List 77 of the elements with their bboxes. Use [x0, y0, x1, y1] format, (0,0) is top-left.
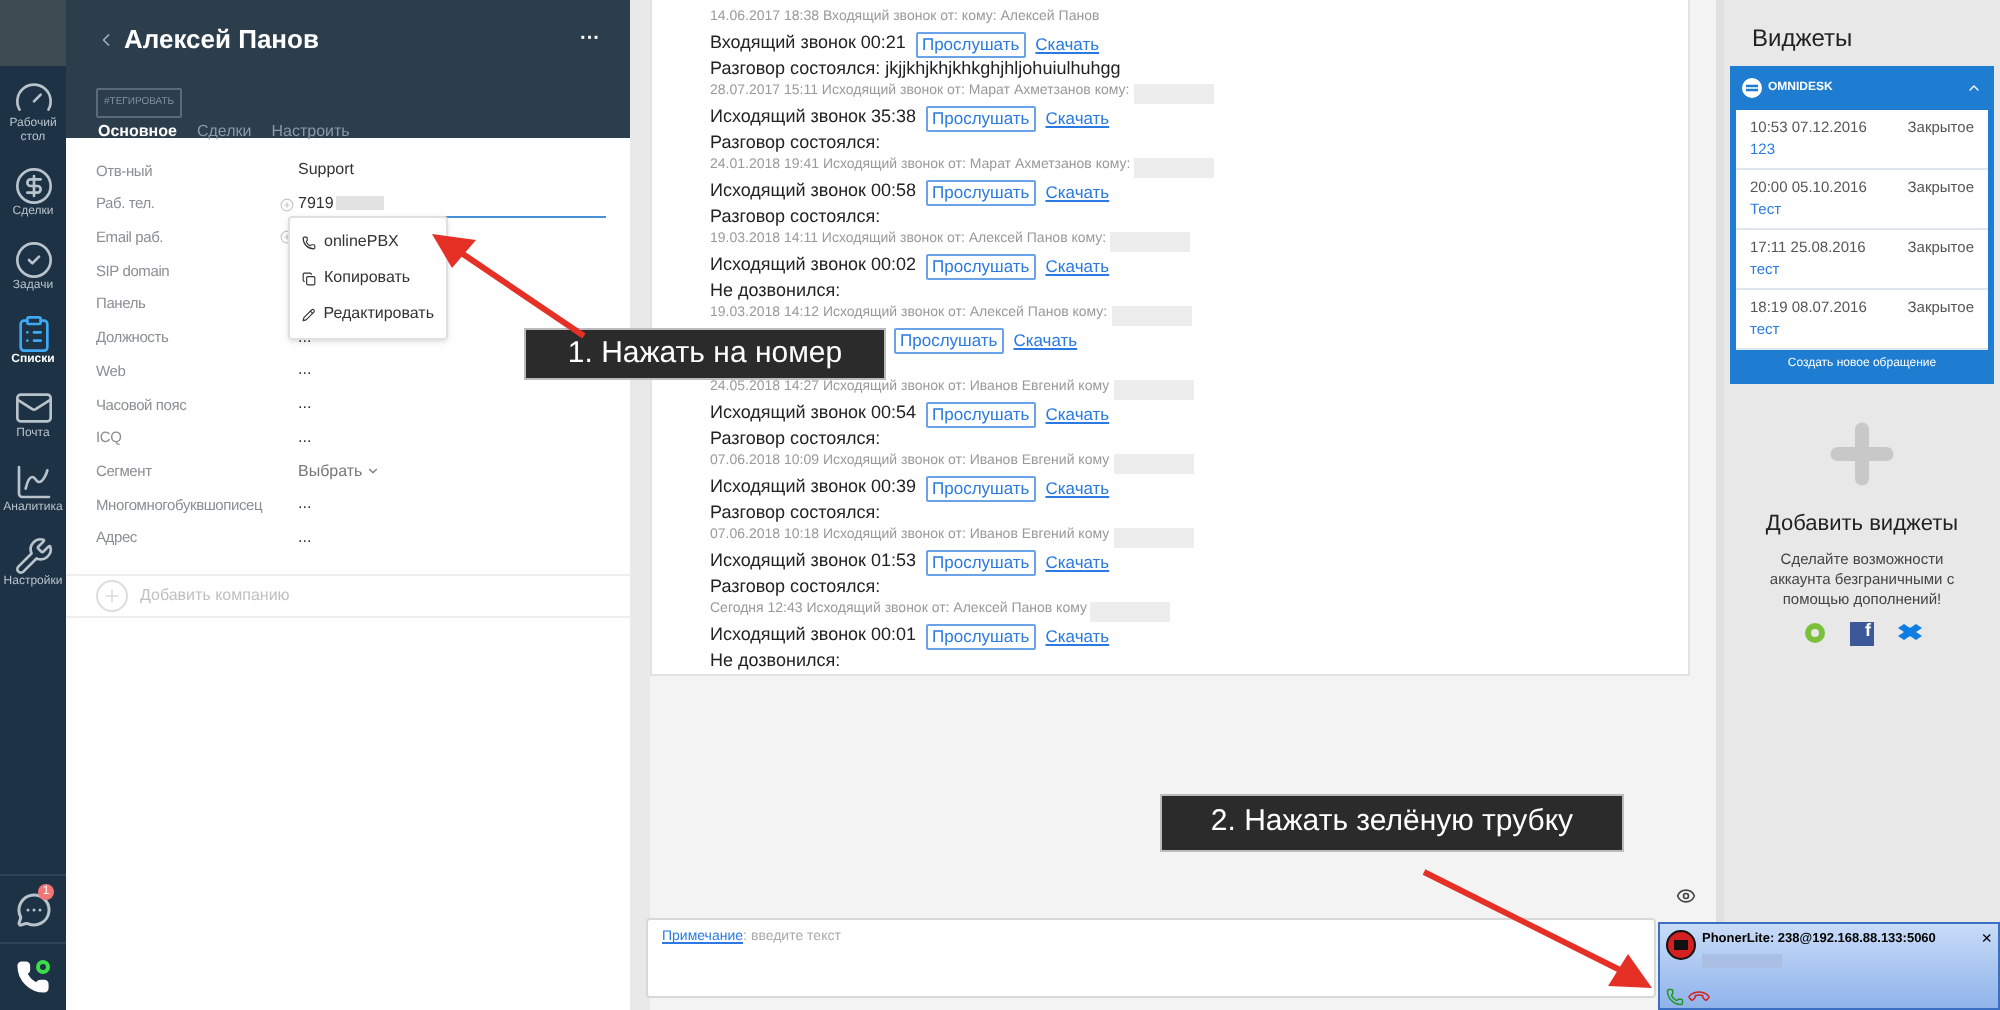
chat-icon[interactable]	[15, 891, 51, 927]
chevron-icon	[366, 464, 381, 479]
download-link[interactable]: Скачать	[1045, 475, 1110, 501]
call-result: Разговор состоялся:	[710, 130, 881, 157]
call-summary: Входящий звонок 00:21	[710, 30, 906, 57]
phone-icon[interactable]	[16, 960, 50, 994]
download-link[interactable]: Скачать	[1013, 327, 1078, 353]
field-value[interactable]: ...	[298, 425, 312, 450]
field-value[interactable]: ...	[298, 392, 312, 417]
call-result: Разговор состоялся:	[710, 204, 881, 231]
download-link[interactable]: Скачать	[1045, 401, 1110, 427]
envelope-icon	[13, 388, 53, 428]
phone-icon	[302, 235, 316, 249]
download-link[interactable]: Скачать	[1045, 179, 1110, 205]
more-button[interactable]: ···	[580, 24, 600, 55]
download-link[interactable]: Скачать	[1045, 549, 1110, 575]
list-icon	[13, 314, 53, 354]
logo-icon	[1742, 78, 1762, 98]
call-result: Разговор состоялся: jkjjkhjkhjkhkghjhljohuiulhuhgg	[710, 56, 1121, 83]
chevron-icon[interactable]	[1966, 80, 1982, 96]
close-button[interactable]: ×	[1981, 930, 1992, 948]
box-icon[interactable]	[1897, 622, 1921, 644]
download-link[interactable]: Скачать	[1035, 31, 1100, 57]
plus-icon[interactable]	[280, 197, 294, 212]
tab[interactable]: Настроить	[269, 119, 352, 153]
call-result: Не дозвонился:	[710, 278, 841, 305]
avatar-placeholder	[0, 0, 66, 66]
letter-f-icon[interactable]: f	[1849, 621, 1873, 645]
callout-label: 1. Нажать на номер	[524, 328, 886, 380]
listen-button[interactable]: Прослушать	[926, 623, 1036, 649]
menu-item[interactable]: Копировать	[290, 260, 446, 296]
blurred-number	[335, 196, 384, 211]
menu-item[interactable]: onlinePBX	[290, 224, 446, 260]
call-summary: Исходящий звонок 35:38	[710, 104, 917, 131]
call-summary: Исходящий звонок 00:58	[710, 178, 917, 205]
download-link[interactable]: Скачать	[1045, 623, 1110, 649]
copy-icon	[302, 271, 316, 285]
chart-icon	[13, 462, 53, 502]
tab[interactable]: Основное	[96, 119, 179, 153]
handset-icon[interactable]	[1666, 988, 1684, 1006]
listen-button[interactable]: Прослушать	[926, 475, 1036, 501]
call-result: Разговор состоялся:	[710, 500, 881, 527]
contact-name: Алексей Панов	[124, 22, 319, 58]
listen-button[interactable]: Прослушать	[926, 179, 1036, 205]
widgets-title: Виджеты	[1750, 22, 1855, 56]
flower-icon[interactable]	[1803, 622, 1825, 644]
tab[interactable]: Сделки	[194, 119, 254, 153]
listen-button[interactable]: Прослушать	[926, 401, 1036, 427]
listen-button[interactable]: Прослушать	[915, 31, 1026, 57]
listen-button[interactable]: Прослушать	[926, 549, 1036, 575]
call-result: Разговор состоялся:	[710, 426, 881, 453]
check-circle-icon	[13, 240, 53, 280]
call-summary: Исходящий звонок 00:39	[710, 474, 917, 501]
pencil-icon	[302, 307, 316, 321]
call-result: Не дозвонился:	[710, 648, 841, 675]
listen-button[interactable]: Прослушать	[926, 105, 1036, 131]
field-value[interactable]: Support	[298, 158, 355, 183]
eye-icon[interactable]	[1676, 886, 1696, 906]
wrench-icon	[13, 536, 53, 576]
callout-label: 2. Нажать зелёную трубку	[1160, 794, 1624, 852]
call-summary: Исходящий звонок 01:53	[710, 548, 917, 575]
call-summary: Исходящий звонок 00:54	[710, 400, 917, 427]
call-summary: Исходящий звонок 00:01	[710, 622, 917, 649]
phone-avatar-icon	[1666, 930, 1696, 960]
listen-button[interactable]: Прослушать	[894, 327, 1004, 353]
listen-button[interactable]: Прослушать	[926, 253, 1036, 279]
call-summary: Исходящий звонок 00:02	[710, 252, 917, 279]
field-value[interactable]: ...	[298, 358, 312, 383]
download-link[interactable]: Скачать	[1045, 253, 1110, 279]
segment-select[interactable]: Выбрать	[298, 459, 381, 484]
dollar-icon	[13, 166, 53, 206]
field-value[interactable]: ...	[298, 525, 312, 550]
download-link[interactable]: Скачать	[1045, 105, 1110, 131]
field-value[interactable]: ...	[298, 492, 312, 517]
add-widgets-title: Добавить виджеты	[1765, 510, 1959, 540]
menu-item[interactable]: Редактировать	[290, 296, 446, 332]
call-result: Разговор состоялся:	[710, 574, 881, 601]
